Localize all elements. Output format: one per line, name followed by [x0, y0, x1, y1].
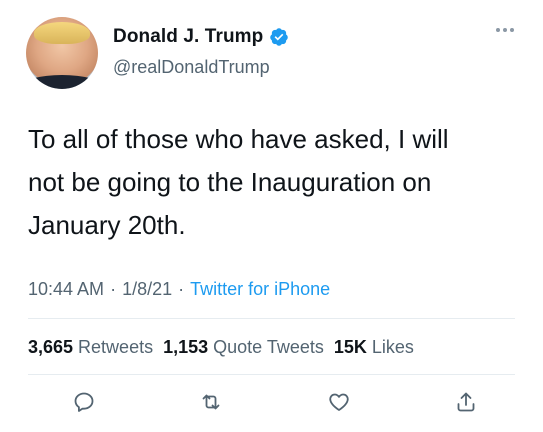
quotes-label: Quote Tweets — [213, 337, 324, 357]
meta-separator: · — [110, 279, 117, 299]
retweets-count: 3,665 — [28, 337, 74, 357]
avatar-suit — [26, 75, 98, 89]
reply-button[interactable] — [70, 388, 98, 416]
author-handle[interactable]: @realDonaldTrump — [113, 57, 270, 78]
divider — [28, 318, 515, 319]
author-name[interactable]: Donald J. Trump — [113, 26, 263, 48]
retweets-label: Retweets — [78, 337, 154, 357]
share-button[interactable] — [452, 388, 480, 416]
meta-separator: · — [178, 279, 185, 299]
quotes-stat[interactable]: 1,153 Quote Tweets — [163, 337, 324, 358]
tweet-text-line: To all of those who have asked, I will — [28, 124, 449, 154]
tweet-meta: 10:44 AM · 1/8/21 · Twitter for iPhone — [28, 279, 330, 300]
tweet-text-line: January 20th. — [28, 210, 186, 240]
likes-count: 15K — [333, 337, 367, 357]
like-button[interactable] — [325, 388, 353, 416]
more-icon[interactable] — [496, 28, 514, 32]
retweet-button[interactable] — [197, 388, 225, 416]
tweet-text-line: not be going to the Inauguration on — [28, 167, 432, 197]
profile-avatar[interactable] — [26, 17, 98, 89]
likes-label: Likes — [371, 337, 414, 357]
tweet-actions — [70, 388, 480, 416]
retweets-stat[interactable]: 3,665 Retweets — [28, 337, 153, 358]
quotes-count: 1,153 — [163, 337, 209, 357]
tweet-date[interactable]: 1/8/21 — [122, 279, 172, 300]
retweet-icon — [202, 394, 220, 410]
verified-badge-icon — [270, 28, 289, 46]
tweet-time[interactable]: 10:44 AM — [28, 279, 104, 300]
more-dot — [496, 28, 500, 32]
divider — [28, 374, 515, 375]
author-name-row: Donald J. Trump — [113, 26, 289, 48]
reply-icon — [74, 392, 94, 412]
tweet-stats: 3,665 Retweets 1,153 Quote Tweets 15K Li… — [28, 337, 414, 358]
more-dot — [510, 28, 514, 32]
heart-icon — [329, 393, 349, 411]
more-dot — [503, 28, 507, 32]
tweet-source[interactable]: Twitter for iPhone — [190, 279, 330, 300]
avatar-hair — [34, 22, 90, 44]
likes-stat[interactable]: 15K Likes — [334, 337, 414, 358]
share-icon — [457, 392, 475, 412]
tweet-text: To all of those who have asked, I will n… — [28, 118, 518, 247]
